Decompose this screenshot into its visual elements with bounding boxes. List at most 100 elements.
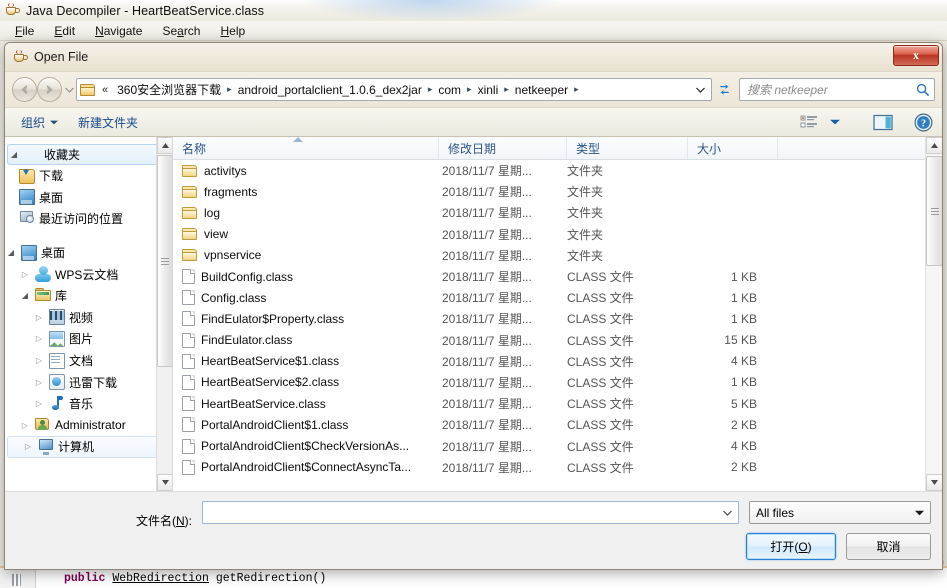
breadcrumb[interactable]: « 360安全浏览器下载 ▸ android_portalclient_1.0.… bbox=[76, 78, 712, 101]
table-row[interactable]: HeartBeatService$2.class 2018/11/7 星期... C… bbox=[173, 372, 942, 393]
breadcrumb-item-3[interactable]: xinli bbox=[473, 81, 504, 99]
table-row[interactable]: HeartBeatService.class 2018/11/7 星期... CLA… bbox=[173, 393, 942, 414]
table-row[interactable]: FindEulator$Property.class 2018/11/7 星期..… bbox=[173, 308, 942, 329]
twisty-icon[interactable]: ◢ bbox=[5, 248, 17, 257]
menu-help[interactable]: Help bbox=[211, 22, 254, 40]
breadcrumb-separator[interactable]: ▸ bbox=[466, 84, 473, 95]
twisty-icon[interactable]: ◢ bbox=[8, 150, 20, 159]
forward-arrow-icon[interactable] bbox=[37, 77, 62, 102]
file-date-cell: 2018/11/7 星期... bbox=[442, 312, 532, 327]
file-name-label: fragments bbox=[204, 184, 258, 199]
sidebar-item-label: 视频 bbox=[69, 310, 94, 325]
table-row[interactable]: Config.class 2018/11/7 星期... CLASS 文件 1 KB bbox=[173, 287, 942, 308]
file-list-scrollbar[interactable] bbox=[925, 137, 942, 491]
file-type-cell: 文件夹 bbox=[567, 227, 604, 242]
sidebar-item-label: 收藏夹 bbox=[44, 148, 81, 162]
table-row[interactable]: activitys 2018/11/7 星期... 文件夹 bbox=[173, 160, 942, 181]
chevron-down-icon[interactable] bbox=[719, 502, 736, 523]
file-list-scroll-thumb[interactable] bbox=[926, 156, 942, 266]
breadcrumb-item-1[interactable]: android_portalclient_1.0.6_dex2jar bbox=[233, 81, 427, 99]
table-row[interactable]: view 2018/11/7 星期... 文件夹 bbox=[173, 224, 942, 245]
twisty-icon[interactable]: ▷ bbox=[22, 442, 34, 451]
sidebar-scrollbar[interactable] bbox=[156, 137, 172, 491]
back-arrow-icon[interactable] bbox=[12, 77, 37, 102]
sidebar-item-music[interactable]: ▷ 音乐 bbox=[5, 393, 172, 415]
twisty-icon[interactable]: ▷ bbox=[19, 421, 31, 430]
chevron-down-icon[interactable] bbox=[822, 111, 848, 133]
table-row[interactable]: log 2018/11/7 星期... 文件夹 bbox=[173, 202, 942, 223]
column-header-type[interactable]: 类型 bbox=[567, 137, 688, 159]
table-row[interactable]: fragments 2018/11/7 星期... 文件夹 bbox=[173, 181, 942, 202]
table-row[interactable]: vpnservice 2018/11/7 星期... 文件夹 bbox=[173, 245, 942, 266]
menu-edit[interactable]: Edit bbox=[45, 22, 84, 40]
chevron-down-icon[interactable] bbox=[692, 79, 709, 100]
breadcrumb-separator[interactable]: ▸ bbox=[503, 84, 510, 95]
organize-button[interactable]: 组织 bbox=[11, 111, 68, 134]
twisty-icon[interactable]: ▷ bbox=[33, 313, 45, 322]
close-icon[interactable]: x bbox=[893, 45, 939, 66]
breadcrumb-item-0[interactable]: 360安全浏览器下载 bbox=[112, 79, 226, 100]
file-type-select[interactable]: All files bbox=[749, 501, 931, 524]
twisty-icon[interactable]: ▷ bbox=[33, 356, 45, 365]
view-list-icon[interactable] bbox=[796, 111, 822, 133]
twisty-icon[interactable]: ▷ bbox=[19, 270, 31, 279]
open-button[interactable]: 打开(O) bbox=[746, 533, 836, 560]
scroll-up-icon[interactable] bbox=[157, 137, 172, 154]
new-folder-button[interactable]: 新建文件夹 bbox=[68, 111, 148, 134]
file-name-label: vpnservice bbox=[204, 248, 262, 263]
navigation-sidebar: ◢ 收藏夹 下载 桌面 最近访问的位置 ◢ 桌面 ▷ WPS云文档 ◢ 库 ▷ … bbox=[5, 137, 173, 491]
column-header-size[interactable]: 大小 bbox=[688, 137, 778, 159]
preview-pane-icon[interactable] bbox=[870, 111, 896, 133]
filename-label: 文件名(N): bbox=[136, 512, 192, 529]
column-label: 名称 bbox=[182, 141, 207, 156]
sidebar-item-xunlei-download[interactable]: ▷ 迅雷下载 bbox=[5, 371, 172, 393]
twisty-icon[interactable]: ▷ bbox=[33, 378, 45, 387]
sidebar-item-desktop[interactable]: 桌面 bbox=[5, 187, 172, 209]
search-icon[interactable] bbox=[916, 83, 930, 97]
menu-search[interactable]: Search bbox=[153, 22, 209, 40]
sidebar-item-computer[interactable]: ▷ 计算机 bbox=[7, 436, 168, 458]
scroll-up-icon[interactable] bbox=[926, 137, 942, 154]
menu-navigate[interactable]: Navigate bbox=[86, 22, 151, 40]
twisty-icon[interactable]: ◢ bbox=[19, 291, 31, 300]
breadcrumb-overflow[interactable]: « bbox=[98, 84, 112, 96]
table-row[interactable]: HeartBeatService$1.class 2018/11/7 星期... C… bbox=[173, 351, 942, 372]
sidebar-item-library[interactable]: ◢ 库 bbox=[5, 285, 172, 307]
sidebar-item-favorites[interactable]: ◢ 收藏夹 bbox=[7, 144, 168, 165]
breadcrumb-item-4[interactable]: netkeeper bbox=[510, 81, 573, 99]
sidebar-item-recent-places[interactable]: 最近访问的位置 bbox=[5, 208, 172, 230]
file-size-cell: 4 KB bbox=[730, 354, 757, 369]
cancel-button[interactable]: 取消 bbox=[846, 533, 931, 560]
table-row[interactable]: PortalAndroidClient$1.class 2018/11/7 星期.… bbox=[173, 414, 942, 435]
breadcrumb-separator[interactable]: ▸ bbox=[226, 84, 233, 95]
search-input[interactable]: 搜索 netkeeper bbox=[739, 78, 935, 101]
sidebar-item-desktop-root[interactable]: ◢ 桌面 bbox=[5, 242, 172, 264]
sidebar-item-documents[interactable]: ▷ 文档 bbox=[5, 350, 172, 372]
address-bar-row: « 360安全浏览器下载 ▸ android_portalclient_1.0.… bbox=[5, 72, 942, 107]
twisty-icon[interactable]: ▷ bbox=[33, 399, 45, 408]
table-row[interactable]: PortalAndroidClient$ConnectAsyncTa... 201… bbox=[173, 457, 942, 478]
breadcrumb-separator[interactable]: ▸ bbox=[573, 84, 580, 95]
scroll-down-icon[interactable] bbox=[157, 474, 172, 491]
sidebar-item-downloads[interactable]: 下载 bbox=[5, 165, 172, 187]
file-name-cell: vpnservice bbox=[173, 248, 439, 262]
table-row[interactable]: BuildConfig.class 2018/11/7 星期... CLASS 文件… bbox=[173, 266, 942, 287]
breadcrumb-item-2[interactable]: com bbox=[433, 81, 466, 99]
sidebar-item-videos[interactable]: ▷ 视频 bbox=[5, 307, 172, 329]
refresh-icon[interactable] bbox=[713, 78, 735, 101]
menu-file[interactable]: File bbox=[6, 22, 43, 40]
sidebar-item-pictures[interactable]: ▷ 图片 bbox=[5, 328, 172, 350]
history-dropdown-icon[interactable] bbox=[62, 79, 76, 101]
help-circle-icon[interactable]: ? bbox=[910, 111, 936, 133]
column-header-name[interactable]: 名称 bbox=[173, 137, 439, 159]
scroll-down-icon[interactable] bbox=[926, 474, 942, 491]
sidebar-scroll-thumb[interactable] bbox=[157, 155, 172, 367]
app-titlebar: Java Decompiler - HeartBeatService.class bbox=[0, 0, 947, 21]
table-row[interactable]: FindEulator.class 2018/11/7 星期... CLASS 文件… bbox=[173, 330, 942, 351]
column-header-date[interactable]: 修改日期 bbox=[439, 137, 567, 159]
sidebar-item-wps-cloud[interactable]: ▷ WPS云文档 bbox=[5, 263, 172, 285]
table-row[interactable]: PortalAndroidClient$CheckVersionAs... 201… bbox=[173, 435, 942, 456]
twisty-icon[interactable]: ▷ bbox=[33, 334, 45, 343]
filename-input[interactable] bbox=[202, 501, 739, 524]
sidebar-item-administrator[interactable]: ▷ Administrator bbox=[5, 415, 172, 437]
